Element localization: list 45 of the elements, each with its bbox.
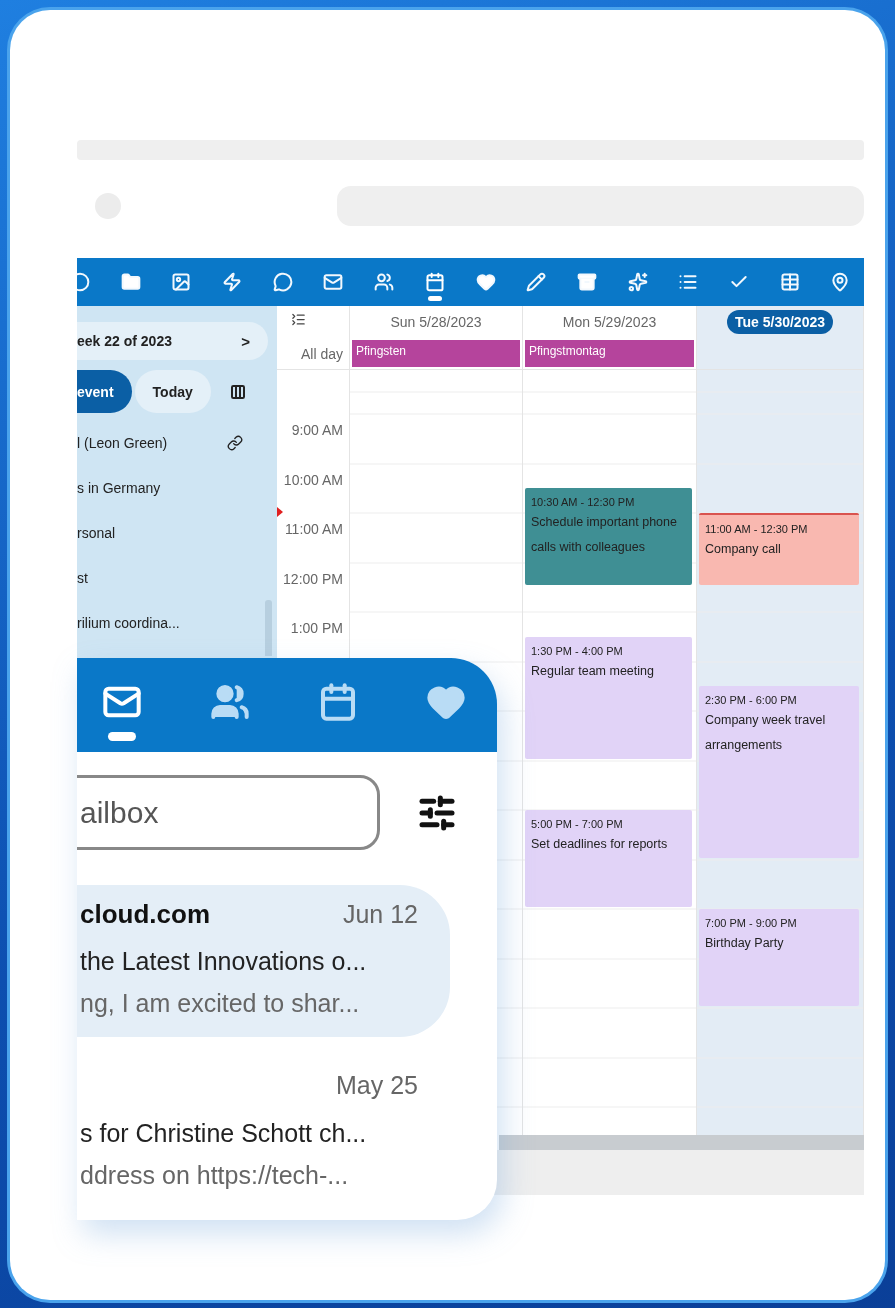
selected-indicator	[427, 296, 442, 301]
calendar-name[interactable]: s in Germany	[77, 479, 161, 496]
people-icon[interactable]	[210, 682, 250, 722]
email-subject: the Latest Innovations o...	[80, 946, 368, 977]
time-label: 9:00 AM	[291, 422, 343, 438]
scrollbar[interactable]	[265, 600, 272, 656]
all-day-event[interactable]: Pfingsten	[352, 340, 520, 367]
calendar-name[interactable]: rsonal	[77, 524, 116, 541]
time-label: 12:00 PM	[283, 570, 343, 587]
today-date: Tue 5/30/2023	[727, 310, 833, 334]
selected-indicator	[108, 732, 136, 741]
event-button[interactable]: event	[77, 370, 132, 413]
calendar-event[interactable]: 1:30 PM - 4:00 PM Regular team meeting	[525, 636, 692, 759]
calendar-icon[interactable]	[318, 682, 358, 722]
columns-icon[interactable]	[229, 383, 246, 400]
calendar-event[interactable]: 11:00 AM - 12:30 PM Company call	[699, 513, 859, 586]
email-sender: cloud.com	[80, 899, 210, 930]
email-date: May 25	[336, 1071, 418, 1100]
week-selector[interactable]: eek 22 of 2023 >	[77, 322, 268, 360]
calendar-event[interactable]: 10:30 AM - 12:30 PM Schedule important phone calls with colleagues	[525, 488, 692, 586]
calendar-event[interactable]: 5:00 PM - 7:00 PM Set deadlines for reports	[525, 810, 692, 907]
calendar-name[interactable]: st	[77, 569, 88, 586]
email-date: Jun 12	[342, 900, 418, 929]
time-label: 10:00 AM	[283, 471, 343, 488]
calendar-event[interactable]: 2:30 PM - 6:00 PM Company week travel arrangements	[699, 686, 859, 858]
search-field[interactable]: ailbox	[77, 775, 380, 850]
time-label: 1:00 PM	[290, 620, 343, 636]
email-preview: ng, I am excited to shar...	[80, 988, 361, 1019]
collapse-icon[interactable]	[290, 311, 306, 327]
calendar-name[interactable]: l (Leon Green)	[77, 434, 168, 451]
calendar-icon[interactable]	[424, 272, 445, 302]
email-subject: s for Christine Schott ch...	[80, 1118, 368, 1149]
week-label: eek 22 of 2023	[77, 333, 172, 349]
all-day-event[interactable]: Pfingstmontag	[525, 340, 694, 367]
today-button[interactable]: Today	[134, 370, 211, 413]
time-label: 11:00 AM	[284, 521, 343, 537]
scrollbar[interactable]	[499, 1135, 864, 1150]
email-preview: ddress on https://tech-...	[80, 1160, 350, 1191]
day-header: Mon 5/29/2023	[562, 314, 657, 330]
email-item[interactable]: May 25 s for Christine Schott ch... ddress on https://tech-...	[77, 1057, 450, 1209]
calendar-name[interactable]: rilium coordina...	[77, 614, 180, 631]
calendar-event[interactable]: 7:00 PM - 9:00 PM Birthday Party	[699, 909, 859, 1006]
next-button[interactable]: >	[241, 332, 250, 350]
email-item[interactable]: cloud.com Jun 12 the Latest Innovations o... ng, I am excited to shar...	[77, 885, 450, 1037]
day-header: Sun 5/28/2023	[390, 314, 482, 330]
